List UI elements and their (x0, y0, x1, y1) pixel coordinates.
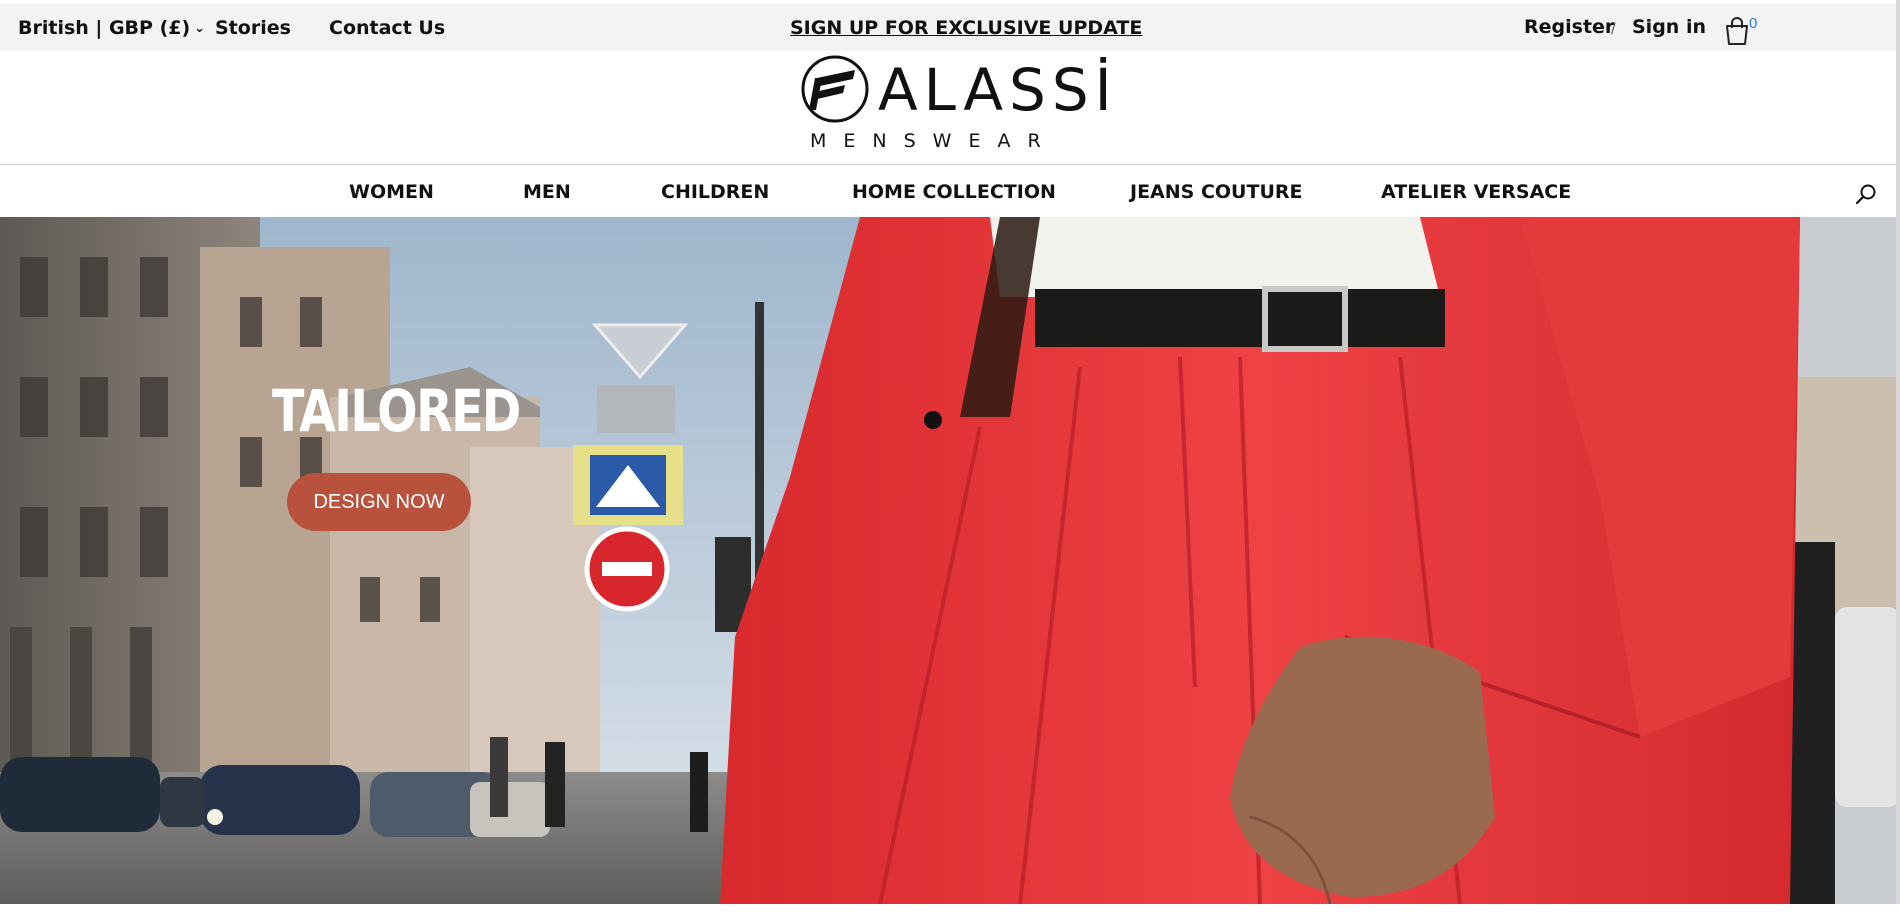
register-link[interactable]: Register (1524, 16, 1614, 38)
nav-item-jeans-couture[interactable]: JEANS COUTURE (1130, 181, 1302, 203)
falassi-f-monogram-icon (800, 54, 870, 124)
signup-promo-link[interactable]: SIGN UP FOR EXCLUSIVE UPDATE (790, 17, 1142, 39)
brand-subline: MENSWEAR (810, 130, 1058, 152)
nav-item-women[interactable]: WOMEN (349, 181, 434, 203)
brand-wordmark: ALASSİ (878, 56, 1118, 124)
search-icon[interactable] (1854, 182, 1878, 206)
stories-link[interactable]: Stories (215, 17, 291, 39)
hero-photo (0, 217, 1900, 904)
hero-banner: TAILORED DESIGN NOW (0, 217, 1900, 904)
nav-item-home-collection[interactable]: HOME COLLECTION (852, 181, 1056, 203)
chevron-down-icon: ⌄ (194, 21, 206, 36)
hero-title: TAILORED (272, 377, 521, 445)
locale-label: British | GBP (£) (18, 17, 191, 39)
contact-us-link[interactable]: Contact Us (329, 17, 445, 39)
top-utility-bar: British | GBP (£) ⌄ Stories Contact Us SI… (0, 3, 1900, 51)
nav-item-atelier-versace[interactable]: ATELIER VERSACE (1381, 181, 1571, 203)
shopping-bag-icon[interactable] (1723, 15, 1751, 47)
main-navigation: WOMEN MEN CHILDREN HOME COLLECTION JEANS… (0, 165, 1900, 217)
locale-currency-selector[interactable]: British | GBP (£) ⌄ (18, 17, 205, 39)
nav-item-children[interactable]: CHILDREN (661, 181, 769, 203)
brand-logo[interactable]: ALASSİ MENSWEAR (800, 54, 1112, 154)
design-now-button[interactable]: DESIGN NOW (287, 473, 471, 531)
nav-item-men[interactable]: MEN (523, 181, 571, 203)
sign-in-link[interactable]: Sign in (1632, 16, 1706, 38)
auth-separator: / (1611, 21, 1616, 37)
cart-count-badge: 0 (1749, 15, 1758, 32)
page-scrollbar[interactable] (1896, 0, 1900, 904)
